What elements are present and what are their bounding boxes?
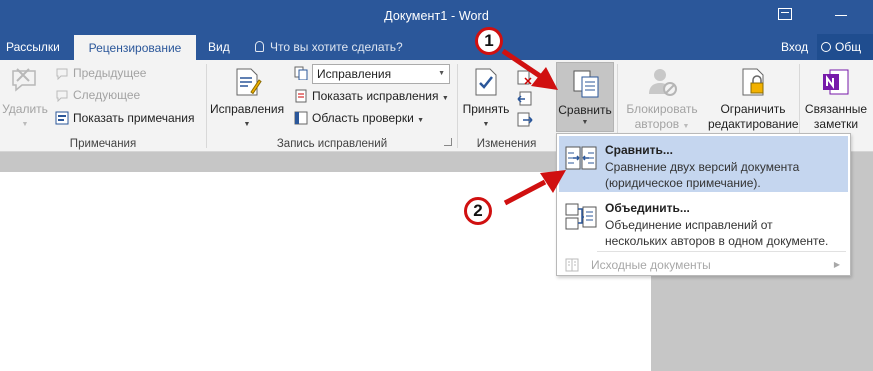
step-1-badge: 1 xyxy=(475,27,503,55)
ribbon-display-options-icon[interactable] xyxy=(778,8,792,20)
reviewing-pane-icon xyxy=(294,111,308,125)
step-2-badge: 2 xyxy=(464,197,492,225)
group-comments: Удалить ▼ Предыдущее Следующее Показать … xyxy=(0,60,206,152)
linked-notes-label: Связанные xyxy=(804,102,868,116)
group-tracking-label: Запись исправлений xyxy=(276,138,388,150)
track-changes-icon xyxy=(231,66,263,98)
menu-item-compare[interactable]: Сравнить... Сравнение двух версий докуме… xyxy=(559,136,848,192)
window-title: Документ1 - Word xyxy=(384,9,489,23)
tab-review[interactable]: Рецензирование xyxy=(74,34,196,60)
next-comment-label: Следующее xyxy=(73,88,141,102)
group-tracking: Исправления ▼ Исправления ▼ Показать исп… xyxy=(207,60,457,152)
share-label: Общ xyxy=(835,40,862,54)
share-button[interactable]: Общ xyxy=(817,34,873,60)
tab-mailings[interactable]: Рассылки xyxy=(2,34,64,60)
compare-description: Сравнение двух версий документа (юридиче… xyxy=(605,159,799,191)
compare-label: Сравнить xyxy=(558,103,612,117)
tell-me-box[interactable]: Что вы хотите сделать? xyxy=(255,34,403,60)
chevron-down-icon: ▼ xyxy=(438,70,445,77)
combine-documents-icon xyxy=(565,202,597,232)
tab-view[interactable]: Вид xyxy=(204,34,234,60)
display-for-review-select[interactable]: Исправления ▼ xyxy=(312,64,450,84)
compare-icon xyxy=(570,69,602,101)
combine-description: Объединение исправлений от нескольких ав… xyxy=(605,217,828,249)
block-authors-icon xyxy=(646,66,678,98)
next-comment-button[interactable]: Следующее xyxy=(55,86,140,105)
person-icon xyxy=(821,42,831,52)
next-comment-icon xyxy=(55,88,69,103)
source-documents-icon xyxy=(565,258,579,272)
ribbon-tabs: Рассылки Рецензирование Вид Что вы хотит… xyxy=(0,34,873,60)
tell-me-text: Что вы хотите сделать? xyxy=(270,40,403,54)
linked-notes-button[interactable]: Связанные заметки xyxy=(802,66,870,132)
block-authors-label-2: авторов xyxy=(634,117,680,131)
login-link[interactable]: Вход xyxy=(781,34,808,60)
document-page[interactable] xyxy=(0,172,651,371)
compare-menu: Сравнить... Сравнение двух версий докуме… xyxy=(556,133,851,276)
delete-comment-icon xyxy=(9,66,41,98)
combine-title: Объединить... xyxy=(605,201,690,215)
previous-comment-label: Предыдущее xyxy=(73,66,147,80)
reviewing-pane-button[interactable]: Область проверки ▼ xyxy=(294,109,424,128)
accept-button[interactable]: Принять ▼ xyxy=(460,66,512,132)
lightbulb-icon xyxy=(255,41,264,52)
track-changes-button[interactable]: Исправления ▼ xyxy=(210,66,284,132)
previous-comment-icon xyxy=(55,66,69,81)
show-markup-label: Показать исправления xyxy=(312,89,439,103)
next-change-icon[interactable] xyxy=(517,112,533,128)
restrict-editing-label: Ограничить xyxy=(720,102,786,116)
delete-comment-label: Удалить xyxy=(2,102,48,116)
restrict-editing-button[interactable]: Ограничить редактирование xyxy=(708,66,799,132)
display-for-review-icon xyxy=(294,66,308,81)
reviewing-pane-label: Область проверки xyxy=(312,111,414,125)
restrict-editing-icon xyxy=(737,66,769,98)
source-documents-label: Исходные документы xyxy=(591,258,711,272)
menu-item-source-documents[interactable]: Исходные документы ▶ xyxy=(559,255,848,275)
accept-icon xyxy=(470,66,502,98)
previous-comment-button[interactable]: Предыдущее xyxy=(55,64,146,83)
compare-title: Сравнить... xyxy=(605,143,673,157)
compare-documents-icon xyxy=(565,144,597,174)
linked-notes-label-2: заметки xyxy=(813,117,859,131)
show-markup-button[interactable]: Показать исправления ▼ xyxy=(294,87,449,106)
show-comments-icon xyxy=(55,111,69,125)
previous-change-icon[interactable] xyxy=(517,91,533,107)
combine-desc-line-2: нескольких авторов в одном документе. xyxy=(605,234,829,248)
block-authors-label: Блокировать xyxy=(626,102,698,116)
group-changes: Принять ▼ Изменения xyxy=(458,60,555,152)
minimize-icon[interactable] xyxy=(835,15,847,16)
block-authors-button[interactable]: Блокировать авторов ▼ xyxy=(620,66,704,134)
restrict-editing-label-2: редактирование xyxy=(708,117,799,131)
chevron-right-icon: ▶ xyxy=(833,260,840,269)
show-comments-button[interactable]: Показать примечания xyxy=(55,109,195,128)
compare-button[interactable]: Сравнить ▼ xyxy=(556,62,614,132)
accept-label: Принять xyxy=(462,102,510,116)
compare-desc-line-2: (юридическое примечание). xyxy=(605,176,761,190)
title-bar: Документ1 - Word xyxy=(0,0,873,34)
onenote-icon xyxy=(820,66,852,98)
delete-comment-button[interactable]: Удалить ▼ xyxy=(2,66,48,132)
compare-desc-line-1: Сравнение двух версий документа xyxy=(605,160,800,174)
combine-desc-line-1: Объединение исправлений от xyxy=(605,218,773,232)
menu-item-combine[interactable]: Объединить... Объединение исправлений от… xyxy=(559,194,848,250)
reject-icon[interactable] xyxy=(517,70,533,86)
show-comments-label: Показать примечания xyxy=(73,111,195,125)
display-for-review-value: Исправления xyxy=(317,67,392,81)
group-comments-label: Примечания xyxy=(69,138,137,150)
show-markup-icon xyxy=(294,89,308,103)
menu-separator xyxy=(597,251,846,252)
group-changes-label: Изменения xyxy=(476,138,537,150)
track-changes-label: Исправления xyxy=(210,102,285,116)
dialog-launcher-icon[interactable] xyxy=(444,138,452,146)
